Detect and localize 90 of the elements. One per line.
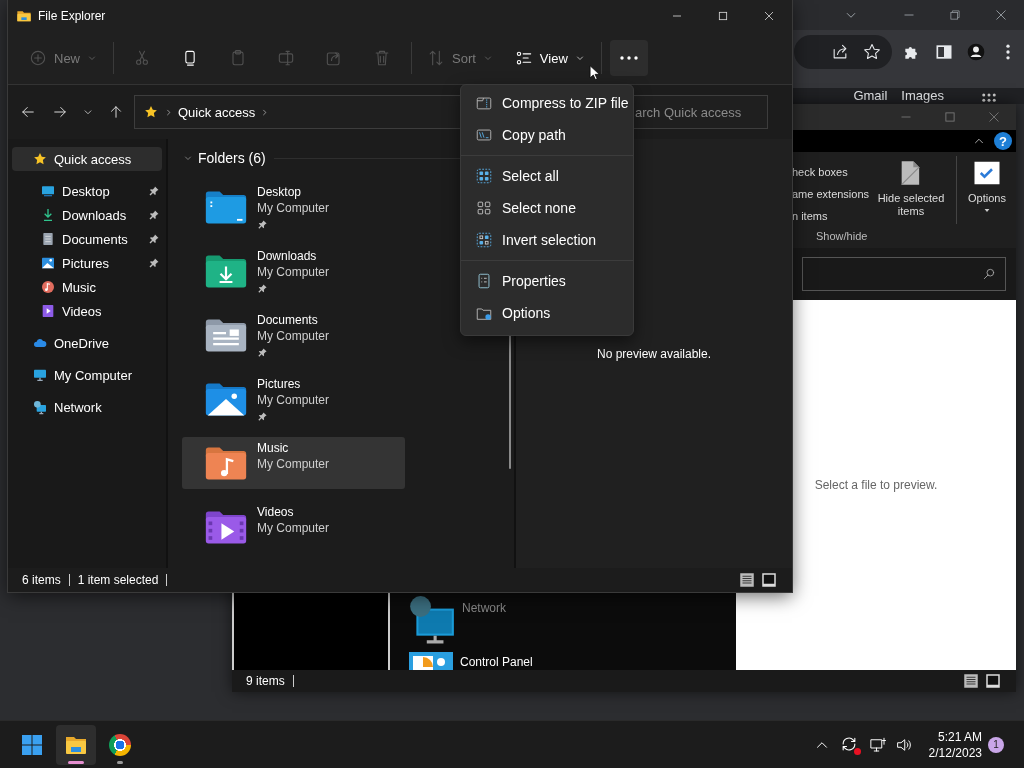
nav-item[interactable]: Videos (12, 299, 162, 323)
hide-selected-items-button[interactable]: Hide selected items (870, 152, 952, 228)
star-icon (143, 104, 159, 120)
windows-logo-icon (20, 732, 44, 757)
nav-item[interactable]: Downloads (12, 203, 162, 227)
item-label[interactable]: Control Panel (460, 648, 533, 670)
folder-icon (204, 380, 248, 418)
item-label[interactable]: Network (462, 594, 506, 616)
preview-message: No preview available. (596, 346, 712, 361)
page-link[interactable]: Gmail (853, 88, 888, 104)
menu-item[interactable]: Properties (465, 265, 629, 297)
folder-tile[interactable]: Music My Computer (182, 437, 405, 489)
copy-path-icon (475, 126, 493, 144)
folder-name: Documents (257, 312, 319, 328)
properties-icon (475, 272, 493, 290)
document-icon (40, 231, 56, 247)
menu-item[interactable]: Invert selection (465, 224, 629, 256)
menu-item[interactable]: Options (465, 297, 629, 329)
folder-location: My Computer (257, 200, 330, 216)
search-icon (981, 266, 997, 282)
monitor-icon (32, 367, 48, 383)
folder-location: My Computer (257, 328, 330, 344)
folder-name: Videos (257, 504, 295, 520)
select-none-icon (475, 199, 493, 217)
page-link[interactable]: Images (901, 88, 944, 104)
options-button[interactable]: Options (961, 152, 1013, 228)
picture-icon (40, 255, 56, 271)
folder-location: My Computer (257, 264, 330, 280)
folder-tile[interactable]: Desktop My Computer (182, 181, 405, 233)
folder-name: Desktop (257, 184, 303, 200)
folder-name: Downloads (257, 248, 318, 264)
nav-item[interactable]: Music (12, 275, 162, 299)
folder-tile[interactable]: Downloads My Computer (182, 245, 405, 297)
folder-icon (204, 508, 248, 546)
item-count: 6 items (22, 574, 70, 586)
nav-item[interactable]: Pictures (12, 251, 162, 275)
folder-location: My Computer (257, 520, 330, 536)
zip-folder-icon (475, 94, 493, 112)
tiles-view-icon[interactable] (760, 571, 778, 589)
details-view-icon[interactable] (738, 571, 756, 589)
folder-location: My Computer (257, 456, 330, 472)
selection-count: 1 item selected (77, 574, 168, 586)
mouse-cursor-icon (588, 64, 600, 81)
preview-message: Select a file to preview. (814, 478, 938, 492)
folder-tile[interactable]: Videos My Computer (182, 501, 405, 553)
nav-item[interactable]: Quick access (12, 147, 162, 171)
monitor-icon (40, 183, 56, 199)
ribbon-group-label: Show/hide (815, 229, 869, 244)
notification-badge[interactable]: 1 (988, 736, 1004, 753)
taskbar-app[interactable] (56, 724, 96, 765)
video-icon (40, 303, 56, 319)
folder-icon (204, 188, 248, 226)
nav-item[interactable]: Desktop (12, 179, 162, 203)
music-note-icon (40, 279, 56, 295)
folder-tile[interactable]: Documents My Computer (182, 309, 405, 361)
clock[interactable]: 5:21 AM 2/12/2023 (928, 728, 982, 761)
ribbon-option[interactable]: ame extensions (792, 186, 870, 202)
details-view-icon[interactable] (962, 672, 980, 690)
group-header[interactable]: Folders (6) (182, 150, 266, 166)
item-count: 9 items (246, 675, 294, 687)
window-title: File Explorer (38, 9, 106, 23)
network-icon (32, 399, 48, 415)
nav-item[interactable]: Documents (12, 227, 162, 251)
folder-icon (204, 444, 248, 482)
help-icon[interactable]: ? (994, 132, 1012, 150)
search-field[interactable] (802, 257, 1006, 291)
star-icon (32, 151, 48, 167)
breadcrumb[interactable]: Quick access (178, 104, 256, 120)
folder-tile[interactable]: Pictures My Computer (182, 373, 405, 425)
folder-name: Music (257, 440, 290, 456)
nav-item[interactable]: My Computer (12, 363, 162, 387)
ribbon-option[interactable]: heck boxes (792, 164, 870, 180)
folder-name: Pictures (257, 376, 302, 392)
nav-item[interactable]: Network (12, 395, 162, 419)
address-bar[interactable] (794, 35, 892, 69)
tiles-view-icon[interactable] (984, 672, 1002, 690)
folder-icon (204, 252, 248, 290)
folder-location: My Computer (257, 392, 330, 408)
menu-item[interactable]: Select all (465, 160, 629, 192)
view-button[interactable]: View (507, 40, 592, 76)
folder-icon (204, 316, 248, 354)
folder-icon (16, 8, 32, 24)
more-button[interactable] (609, 40, 648, 76)
caret-icon (983, 208, 991, 213)
menu-item[interactable]: Select none (465, 192, 629, 224)
browser-logo-icon (109, 733, 131, 756)
invert-selection-icon (475, 231, 493, 249)
ribbon-option[interactable]: n items (792, 208, 870, 224)
nav-item[interactable]: OneDrive (12, 331, 162, 355)
select-all-icon (475, 167, 493, 185)
